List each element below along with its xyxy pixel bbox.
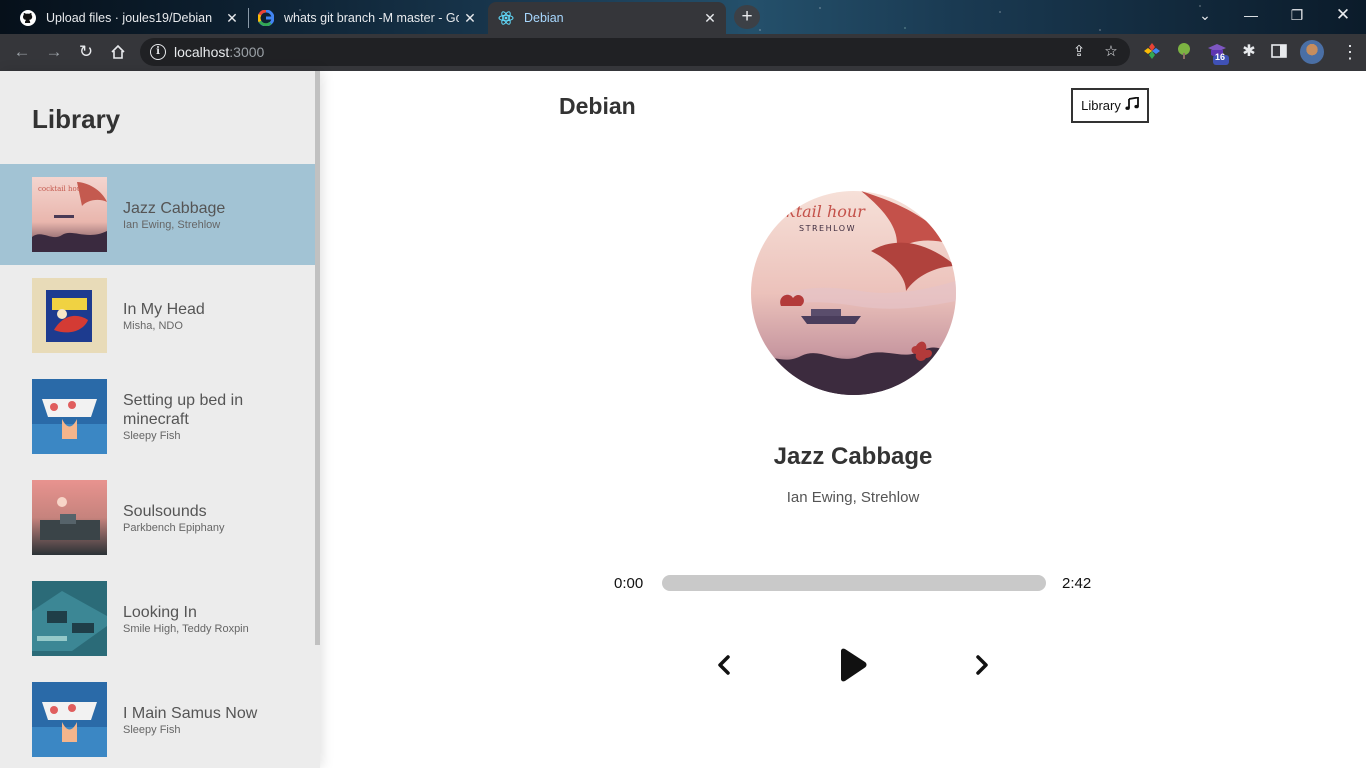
url-text: localhost:3000 bbox=[174, 44, 265, 60]
library-song-item[interactable]: I Main Samus Now Sleepy Fish bbox=[0, 669, 315, 768]
total-time: 2:42 bbox=[1062, 575, 1092, 592]
tab-title: Debian bbox=[524, 11, 564, 25]
reload-icon[interactable]: ↻ bbox=[76, 42, 96, 62]
graduation-extension-icon[interactable]: 16 bbox=[1207, 42, 1229, 65]
song-artist: Smile High, Teddy Roxpin bbox=[123, 622, 249, 635]
song-artist: Sleepy Fish bbox=[123, 430, 181, 442]
extension-badge: 16 bbox=[1215, 52, 1226, 62]
puzzle-extensions-icon[interactable]: ✱ bbox=[1239, 42, 1259, 62]
back-icon[interactable]: ← bbox=[12, 42, 32, 62]
react-icon bbox=[498, 10, 514, 26]
address-bar[interactable]: i localhost:3000 ⇪ ☆ bbox=[140, 38, 1130, 66]
song-artist: Misha, NDO bbox=[123, 319, 183, 332]
progress-slider[interactable] bbox=[662, 575, 1046, 591]
tab-title: Upload files · joules19/Debian bbox=[46, 11, 213, 25]
svg-text:STREHLOW: STREHLOW bbox=[799, 224, 856, 233]
song-artist: Sleepy Fish bbox=[123, 723, 181, 736]
app-title: Debian bbox=[559, 93, 636, 119]
player-main: Debian Library ktail hour STREHLOW Jazz … bbox=[320, 71, 1366, 768]
song-name: Soulsounds bbox=[123, 502, 207, 520]
previous-track-button[interactable] bbox=[712, 653, 736, 677]
chevron-right-icon bbox=[976, 655, 988, 675]
profile-avatar[interactable] bbox=[1300, 40, 1324, 64]
svg-text:ktail hour: ktail hour bbox=[786, 202, 866, 221]
color-wheel-extension-icon[interactable] bbox=[1143, 42, 1163, 62]
album-art bbox=[32, 581, 107, 656]
side-panel-icon[interactable] bbox=[1270, 42, 1290, 62]
library-title: Library bbox=[32, 104, 121, 134]
next-track-button[interactable] bbox=[970, 653, 994, 677]
google-icon bbox=[258, 10, 274, 26]
library-song-item[interactable]: Setting up bed in minecraft Sleepy Fish bbox=[0, 366, 315, 467]
bookmark-star-icon[interactable]: ☆ bbox=[1102, 43, 1120, 61]
close-tab-icon[interactable]: ✕ bbox=[224, 10, 240, 27]
library-song-item[interactable]: In My Head Misha, NDO bbox=[0, 265, 315, 366]
library-toggle-button[interactable]: Library bbox=[1071, 88, 1149, 123]
play-button[interactable] bbox=[834, 647, 870, 683]
close-window-button[interactable]: ✕ bbox=[1320, 4, 1366, 26]
tab-search-icon[interactable]: ⌄ bbox=[1182, 4, 1228, 26]
close-tab-icon[interactable]: ✕ bbox=[702, 10, 718, 27]
now-playing-title: Jazz Cabbage bbox=[773, 443, 933, 470]
song-name: In My Head bbox=[123, 300, 205, 318]
restore-button[interactable]: ❐ bbox=[1274, 4, 1320, 26]
chevron-left-icon bbox=[718, 655, 730, 675]
song-name: Setting up bed in minecraft bbox=[123, 392, 244, 428]
tab-title: whats git branch -M master - Go bbox=[284, 11, 459, 25]
close-tab-icon[interactable]: ✕ bbox=[462, 10, 478, 27]
song-artist: Ian Ewing, Strehlow bbox=[123, 218, 221, 231]
play-icon bbox=[841, 648, 867, 682]
minimize-button[interactable]: — bbox=[1228, 4, 1274, 26]
share-icon[interactable]: ⇪ bbox=[1070, 43, 1088, 61]
home-icon[interactable] bbox=[108, 42, 128, 62]
current-time: 0:00 bbox=[614, 575, 644, 592]
library-button-label: Library bbox=[1081, 98, 1121, 113]
tab-debian[interactable]: Debian ✕ bbox=[488, 2, 726, 34]
library-song-item[interactable]: Looking In Smile High, Teddy Roxpin bbox=[0, 568, 315, 669]
site-info-icon[interactable]: i bbox=[150, 44, 166, 60]
tree-extension-icon[interactable] bbox=[1175, 42, 1195, 62]
album-art bbox=[32, 278, 107, 353]
library-song-item[interactable]: cocktail hour Jazz Cabbage Ian Ewing, St… bbox=[0, 164, 315, 265]
new-tab-button[interactable]: + bbox=[734, 5, 760, 29]
github-icon bbox=[20, 10, 36, 26]
svg-text:cocktail hour: cocktail hour bbox=[38, 185, 85, 193]
now-playing-artist: Ian Ewing, Strehlow bbox=[786, 489, 920, 506]
tab-google[interactable]: whats git branch -M master - Go ✕ bbox=[258, 4, 486, 32]
album-art: cocktail hour bbox=[32, 177, 107, 252]
album-art bbox=[32, 682, 107, 757]
song-name: Looking In bbox=[123, 603, 197, 621]
tab-separator bbox=[248, 8, 249, 28]
song-name: I Main Samus Now bbox=[123, 704, 258, 722]
song-artist: Parkbench Epiphany bbox=[123, 521, 225, 534]
music-note-icon bbox=[1125, 96, 1139, 114]
album-art bbox=[32, 480, 107, 555]
album-cover: ktail hour STREHLOW bbox=[751, 191, 956, 395]
song-name: Jazz Cabbage bbox=[123, 199, 226, 217]
library-song-item[interactable]: Soulsounds Parkbench Epiphany bbox=[0, 467, 315, 568]
library-sidebar: Library cocktail hour Jazz Cabbage Ian E… bbox=[0, 71, 320, 768]
menu-kebab-icon[interactable]: ⋮ bbox=[1340, 42, 1360, 62]
tab-github[interactable]: Upload files · joules19/Debian ✕ bbox=[20, 4, 248, 32]
browser-toolbar: ← → ↻ i localhost:3000 ⇪ ☆ 16 ✱ ⋮ bbox=[0, 34, 1366, 71]
forward-icon[interactable]: → bbox=[44, 42, 64, 62]
album-art bbox=[32, 379, 107, 454]
browser-chrome: Upload files · joules19/Debian ✕ whats g… bbox=[0, 0, 1366, 71]
